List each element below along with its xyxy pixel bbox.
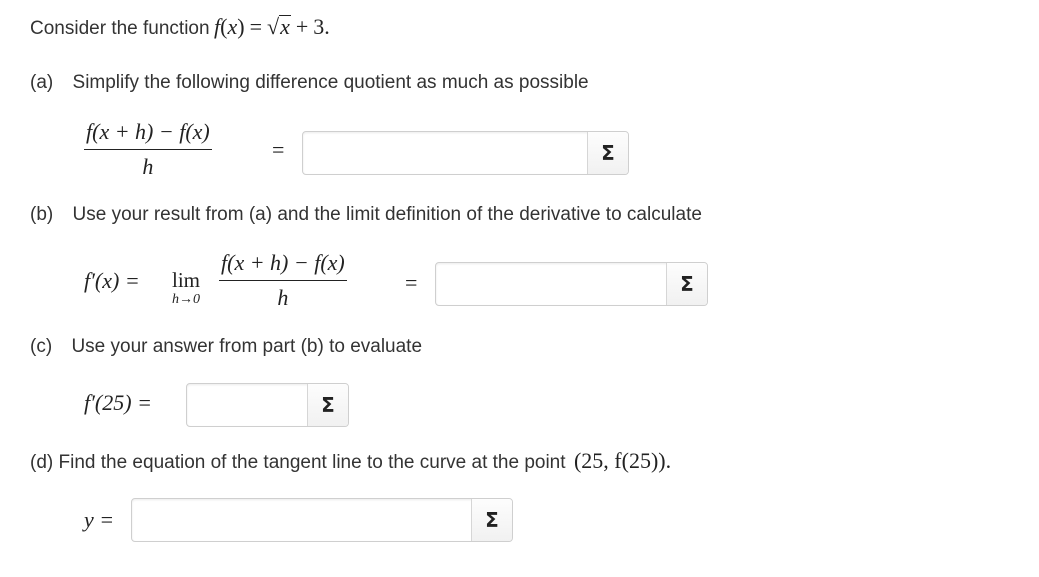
part-a-equals: = xyxy=(272,137,285,162)
part-a-text: Simplify the following difference quotie… xyxy=(72,72,589,93)
part-d-answer-input[interactable] xyxy=(132,499,473,541)
part-a-answer-input[interactable] xyxy=(303,132,589,174)
part-a-sigma-button[interactable]: Σ xyxy=(587,132,628,174)
part-b-text: Use your result from (a) and the limit d… xyxy=(72,204,702,225)
part-a-prompt: (a) Simplify the following difference qu… xyxy=(30,72,589,94)
intro-text: Consider the function xyxy=(30,18,210,39)
lim-operator: lim xyxy=(172,268,201,292)
part-c-answer-box: Σ xyxy=(186,383,349,427)
sigma-icon: Σ xyxy=(321,393,335,417)
part-b-lhs: f′(x) = xyxy=(84,268,140,293)
part-c-text: Use your answer from part (b) to evaluat… xyxy=(71,336,423,357)
sigma-icon: Σ xyxy=(601,141,615,165)
part-b-denominator: h xyxy=(277,285,289,310)
part-a-denominator: h xyxy=(142,154,154,179)
part-b-fraction: f(x + h) − f(x) h xyxy=(219,250,347,311)
part-d-prompt: (d) Find the equation of the tangent lin… xyxy=(30,448,671,474)
problem-statement: Consider the function f(x) = √x +3. xyxy=(30,14,330,40)
part-d-text: (d) Find the equation of the tangent lin… xyxy=(30,452,566,473)
part-b-numerator: f(x + h) − f(x) xyxy=(219,250,347,281)
part-c-prompt: (c) Use your answer from part (b) to eva… xyxy=(30,336,422,358)
part-a-fraction: f(x + h) − f(x) h xyxy=(84,119,212,180)
part-b-answer-box: Σ xyxy=(435,262,708,306)
part-c-sigma-button[interactable]: Σ xyxy=(307,384,348,426)
part-b-prompt: (b) Use your result from (a) and the lim… xyxy=(30,204,702,226)
part-d-point: (25, f(25)). xyxy=(573,448,672,473)
part-a-answer-box: Σ xyxy=(302,131,629,175)
function-definition: f(x) = √x +3. xyxy=(214,14,330,39)
part-b-sigma-button[interactable]: Σ xyxy=(666,263,707,305)
part-b-limit: lim h→0 xyxy=(172,268,200,307)
part-b-equals: = xyxy=(405,270,418,295)
part-c-label: (c) xyxy=(30,336,53,357)
part-d-sigma-button[interactable]: Σ xyxy=(471,499,512,541)
part-d-lhs: y = xyxy=(84,507,115,532)
part-a-label: (a) xyxy=(30,72,54,93)
part-b-answer-input[interactable] xyxy=(436,263,668,305)
sigma-icon: Σ xyxy=(680,272,694,296)
sigma-icon: Σ xyxy=(485,508,499,532)
part-d-answer-box: Σ xyxy=(131,498,513,542)
part-c-lhs: f′(25) = xyxy=(84,390,152,415)
part-b-label: (b) xyxy=(30,204,54,225)
lim-subscript: h→0 xyxy=(172,292,200,307)
part-c-answer-input[interactable] xyxy=(187,384,309,426)
part-a-numerator: f(x + h) − f(x) xyxy=(84,119,212,150)
